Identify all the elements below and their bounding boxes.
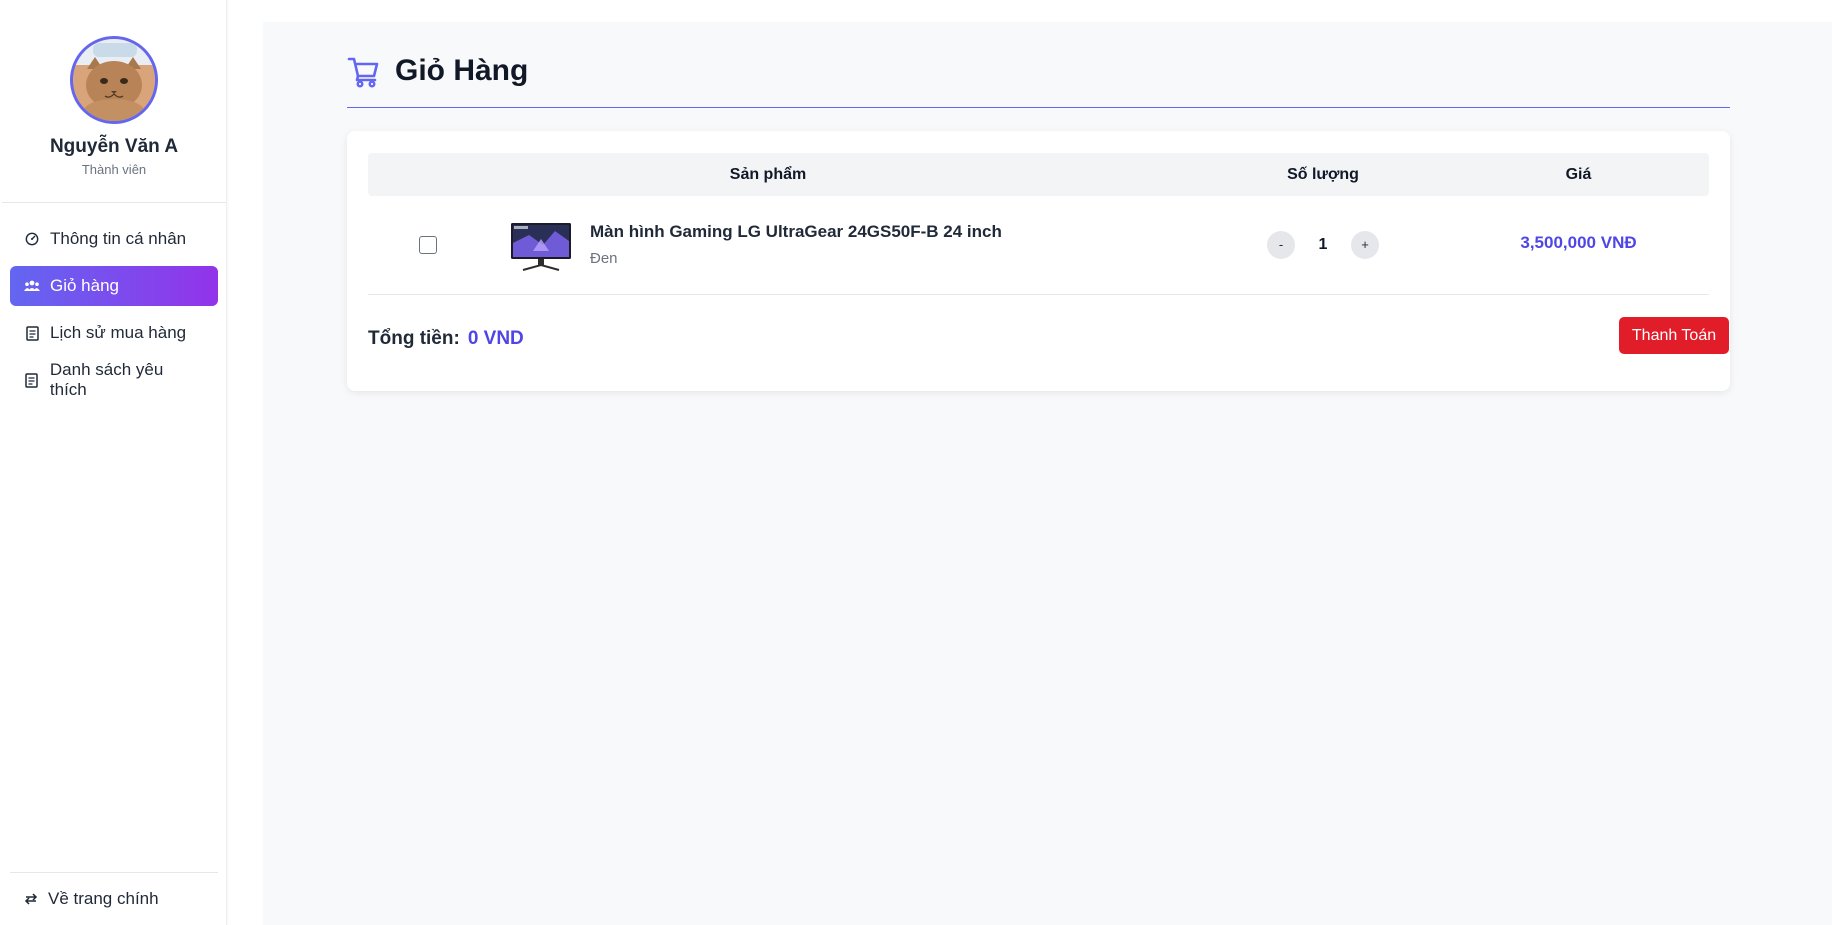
sidebar-item-label: Lịch sử mua hàng: [50, 323, 187, 342]
total-label: Tổng tiền:: [368, 328, 460, 349]
sidebar-item-label: Thông tin cá nhân: [50, 229, 187, 248]
users-icon: [24, 278, 40, 294]
column-header-price: Giá: [1565, 166, 1592, 183]
shopping-cart-icon: [347, 54, 395, 93]
sidebar-item-wishlist[interactable]: Danh sách yêu thích: [10, 360, 218, 400]
app: Nguyễn Văn A Thành viên Thông tin cá nhâ…: [0, 0, 1832, 925]
sidebar-item-cart[interactable]: Giỏ hàng: [10, 266, 218, 306]
user-role: Thành viên: [81, 162, 147, 177]
product-variant: Đen: [590, 250, 618, 267]
cart-total: Tổng tiền: 0 VND: [368, 328, 524, 350]
sidebar-item-label: Danh sách yêu thích: [49, 360, 164, 399]
column-header-product: Sản phẩm: [729, 166, 807, 183]
product-name[interactable]: Màn hình Gaming LG UltraGear 24GS50F-B 2…: [590, 222, 1002, 242]
column-header-quantity: Số lượng: [1287, 166, 1359, 183]
sidebar-footer: Về trang chính: [10, 872, 218, 925]
page-header: Giỏ Hàng: [347, 54, 1730, 108]
document-icon: [24, 372, 40, 388]
cart-table-header: Sản phẩm Số lượng Giá: [368, 153, 1709, 196]
gutter: [243, 0, 263, 925]
cart-card: Sản phẩm Số lượng Giá Màn hình Gaming LG…: [347, 131, 1730, 391]
quantity-stepper: - 1 +: [1267, 231, 1379, 259]
cart-row: Màn hình Gaming LG UltraGear 24GS50F-B 2…: [368, 196, 1709, 295]
page-title: Giỏ Hàng: [395, 54, 529, 87]
exchange-arrows-icon: [24, 893, 40, 905]
document-icon: [24, 325, 40, 341]
sidebar-item-order-history[interactable]: Lịch sử mua hàng: [10, 313, 218, 353]
item-select-checkbox[interactable]: [419, 236, 437, 254]
decrease-quantity-button[interactable]: -: [1267, 231, 1295, 259]
sidebar-nav: Thông tin cá nhân Giỏ hàng Lịch sử mua h…: [2, 203, 226, 400]
sidebar-item-label: Giỏ hàng: [50, 276, 119, 295]
sidebar-item-profile-info[interactable]: Thông tin cá nhân: [10, 219, 218, 259]
main-content: Giỏ Hàng Sản phẩm Số lượng Giá Màn hình …: [263, 22, 1832, 925]
total-value: 0 VND: [467, 328, 524, 349]
checkout-button[interactable]: Thanh Toán: [1619, 317, 1729, 354]
avatar: [70, 36, 158, 124]
back-link-label: Về trang chính: [48, 889, 159, 908]
monitor-image: [511, 223, 571, 271]
dashboard-gauge-icon: [24, 231, 40, 247]
product-thumbnail: [509, 221, 573, 273]
quantity-value: 1: [1318, 236, 1328, 253]
sidebar: Nguyễn Văn A Thành viên Thông tin cá nhâ…: [2, 0, 227, 925]
increase-quantity-button[interactable]: +: [1351, 231, 1379, 259]
item-price: 3,500,000 VNĐ: [1520, 233, 1637, 252]
cat-avatar-image: [73, 39, 155, 121]
profile-section: Nguyễn Văn A Thành viên: [2, 0, 226, 203]
back-to-home-link[interactable]: Về trang chính: [10, 873, 218, 925]
user-name: Nguyễn Văn A: [49, 136, 179, 157]
